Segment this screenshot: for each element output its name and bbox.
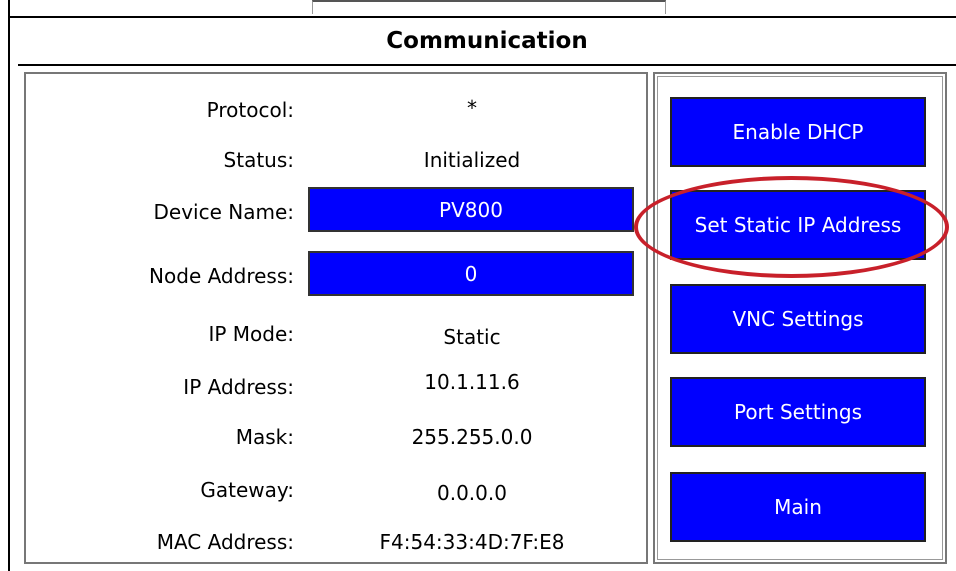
set-static-ip-button[interactable]: Set Static IP Address (670, 190, 926, 260)
device-name-label: Device Name: (153, 200, 295, 224)
top-tab-notch (312, 0, 666, 14)
mask-label: Mask: (235, 425, 294, 449)
status-label: Status: (223, 148, 294, 172)
mask-value: 255.255.0.0 (411, 425, 533, 449)
gateway-label: Gateway: (200, 478, 294, 502)
status-value: Initialized (423, 148, 521, 172)
mac-address-label: MAC Address: (156, 530, 294, 554)
ip-address-label: IP Address: (183, 375, 294, 399)
device-name-field[interactable]: PV800 (308, 187, 634, 232)
ip-mode-label: IP Mode: (208, 322, 294, 346)
main-button[interactable]: Main (670, 472, 926, 542)
vnc-settings-button[interactable]: VNC Settings (670, 284, 926, 354)
mac-address-value: F4:54:33:4D:7F:E8 (379, 530, 565, 554)
ip-address-value: 10.1.11.6 (424, 370, 520, 394)
gateway-value: 0.0.0.0 (437, 481, 507, 505)
protocol-value: * (467, 96, 477, 120)
node-address-label: Node Address: (149, 264, 294, 288)
node-address-field[interactable]: 0 (308, 251, 634, 296)
ip-mode-value: Static (443, 325, 501, 349)
protocol-label: Protocol: (206, 98, 294, 122)
enable-dhcp-button[interactable]: Enable DHCP (670, 97, 926, 167)
port-settings-button[interactable]: Port Settings (670, 377, 926, 447)
page-title: Communication (10, 16, 956, 66)
